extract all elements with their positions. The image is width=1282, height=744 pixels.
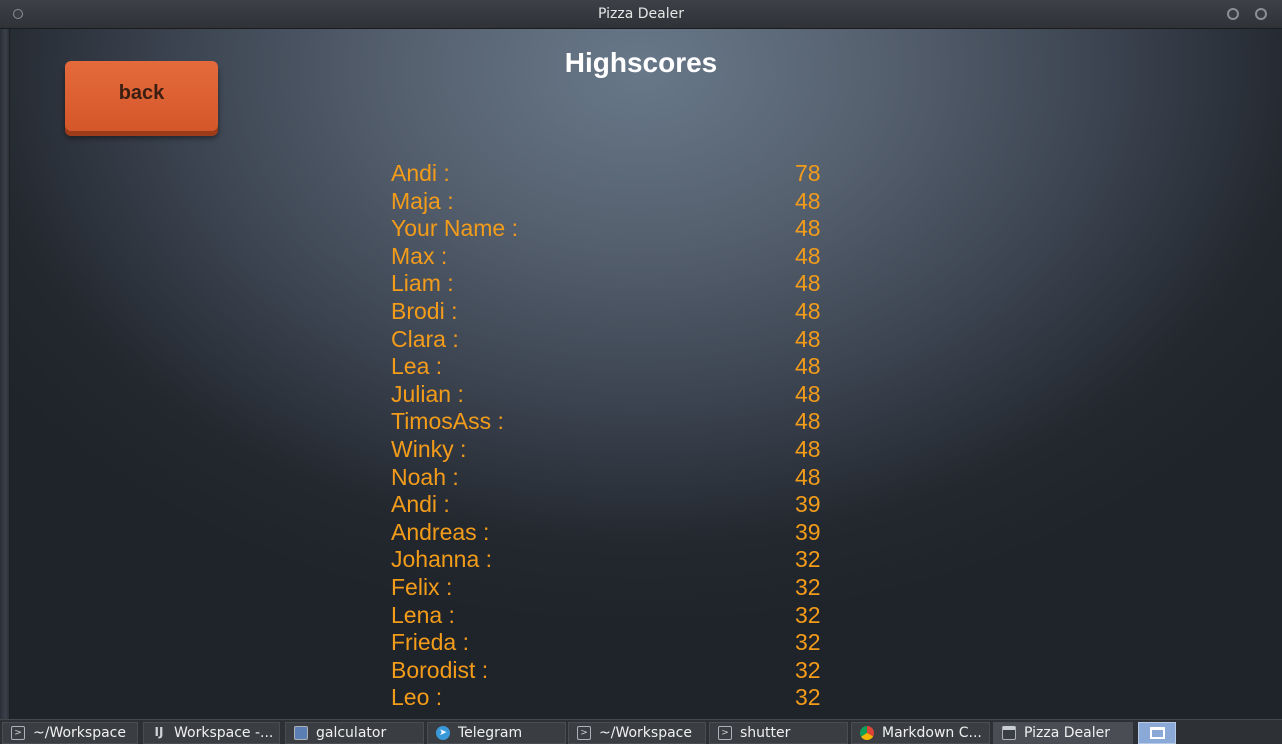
highscore-list: Andi :78 Maja :48 Your Name :48 Max :48 …: [391, 160, 831, 712]
telegram-icon: ➤: [436, 726, 450, 740]
score-value: 32: [795, 573, 821, 600]
score-name: Liam :: [391, 270, 454, 297]
score-value: 48: [795, 353, 821, 380]
score-name: Andi :: [391, 160, 450, 186]
score-name: Frieda :: [391, 629, 469, 656]
show-desktop-button[interactable]: [1138, 722, 1176, 744]
window-icon: [1002, 726, 1016, 740]
score-name: Lea :: [391, 353, 443, 380]
terminal-icon: >: [577, 726, 591, 740]
score-row: Liam : 48: [391, 270, 831, 298]
taskbar-item-label: ~/Workspace: [33, 725, 126, 741]
game-canvas: Highscores back Andi :78 Maja :48 Your N…: [0, 29, 1282, 719]
score-row: Noah : 48: [391, 464, 831, 492]
score-name: Felix :: [391, 573, 453, 600]
score-name: Clara :: [391, 325, 459, 352]
taskbar-item-workspace-terminal[interactable]: > ~/Workspace: [2, 722, 138, 744]
score-value: 48: [795, 435, 821, 462]
taskbar-item-label: Pizza Dealer: [1024, 725, 1110, 741]
close-icon[interactable]: [1255, 8, 1267, 20]
score-row: Andi : 78: [391, 160, 831, 188]
calculator-icon: [294, 726, 308, 740]
score-value: 48: [795, 380, 821, 407]
taskbar-item-workspace-terminal-2[interactable]: > ~/Workspace: [568, 722, 706, 744]
taskbar-item-galculator[interactable]: galculator: [285, 722, 424, 744]
score-name: Winky :: [391, 435, 467, 462]
score-value: 32: [795, 684, 821, 711]
score-row: Clara : 48: [391, 326, 831, 354]
taskbar-item-telegram[interactable]: ➤ Telegram: [427, 722, 566, 744]
score-row: Your Name : 48: [391, 215, 831, 243]
window-title: Pizza Dealer: [598, 6, 684, 22]
score-row: Winky : 48: [391, 436, 831, 464]
score-name: Max :: [391, 242, 448, 269]
window-titlebar: Pizza Dealer: [0, 0, 1282, 29]
window-left-edge: [0, 29, 10, 719]
score-row: Leo : 32: [391, 684, 831, 712]
score-name: TimosAss :: [391, 408, 504, 435]
score-value: 48: [795, 297, 821, 324]
score-value: 48: [795, 408, 821, 435]
score-name: Lena :: [391, 601, 455, 628]
score-name: Borodist :: [391, 656, 489, 683]
score-row: Lena : 32: [391, 602, 831, 630]
intellij-icon: IJ: [152, 726, 166, 740]
taskbar-item-label: Markdown C...: [882, 725, 982, 741]
taskbar-item-label: Telegram: [458, 725, 523, 741]
taskbar-item-markdown-chrome[interactable]: Markdown C...: [851, 722, 990, 744]
score-value: 48: [795, 270, 821, 297]
score-row: Andreas : 39: [391, 519, 831, 547]
terminal-icon: >: [718, 726, 732, 740]
score-name: Brodi :: [391, 297, 458, 324]
score-value: 32: [795, 656, 821, 683]
score-value: 78: [795, 160, 821, 186]
score-row: Julian : 48: [391, 381, 831, 409]
taskbar-item-label: shutter: [740, 725, 791, 741]
score-name: Julian :: [391, 380, 464, 407]
score-name: Maja :: [391, 187, 454, 214]
score-name: Noah :: [391, 463, 459, 490]
score-row: Lea : 48: [391, 353, 831, 381]
score-name: Your Name :: [391, 215, 518, 242]
score-value: 48: [795, 215, 821, 242]
score-row: Brodi : 48: [391, 298, 831, 326]
score-value: 39: [795, 491, 821, 518]
minimize-icon[interactable]: [1227, 8, 1239, 20]
score-row: Maja : 48: [391, 188, 831, 216]
score-row: Felix : 32: [391, 574, 831, 602]
taskbar: > ~/Workspace IJ Workspace -... galculat…: [0, 719, 1282, 744]
score-name: Leo :: [391, 684, 443, 711]
desktop-icon: [1150, 727, 1165, 739]
score-name: Andi :: [391, 491, 450, 518]
score-value: 48: [795, 463, 821, 490]
terminal-icon: >: [11, 726, 25, 740]
score-row: Andi : 39: [391, 491, 831, 519]
taskbar-item-label: Workspace -...: [174, 725, 274, 741]
score-name: Andreas :: [391, 518, 490, 545]
score-name: Johanna :: [391, 546, 493, 573]
taskbar-item-intellij[interactable]: IJ Workspace -...: [143, 722, 280, 744]
taskbar-item-shutter[interactable]: > shutter: [709, 722, 848, 744]
score-value: 48: [795, 242, 821, 269]
score-row: TimosAss : 48: [391, 408, 831, 436]
score-value: 39: [795, 518, 821, 545]
taskbar-item-label: galculator: [316, 725, 387, 741]
score-value: 48: [795, 187, 821, 214]
chrome-icon: [860, 726, 874, 740]
score-row: Frieda : 32: [391, 629, 831, 657]
score-value: 48: [795, 325, 821, 352]
score-value: 32: [795, 629, 821, 656]
score-row: Max : 48: [391, 243, 831, 271]
taskbar-item-pizza-dealer[interactable]: Pizza Dealer: [993, 722, 1133, 744]
taskbar-item-label: ~/Workspace: [599, 725, 692, 741]
score-value: 32: [795, 546, 821, 573]
back-button[interactable]: back: [65, 61, 218, 131]
score-value: 32: [795, 601, 821, 628]
score-row: Johanna : 32: [391, 546, 831, 574]
score-row: Borodist : 32: [391, 657, 831, 685]
